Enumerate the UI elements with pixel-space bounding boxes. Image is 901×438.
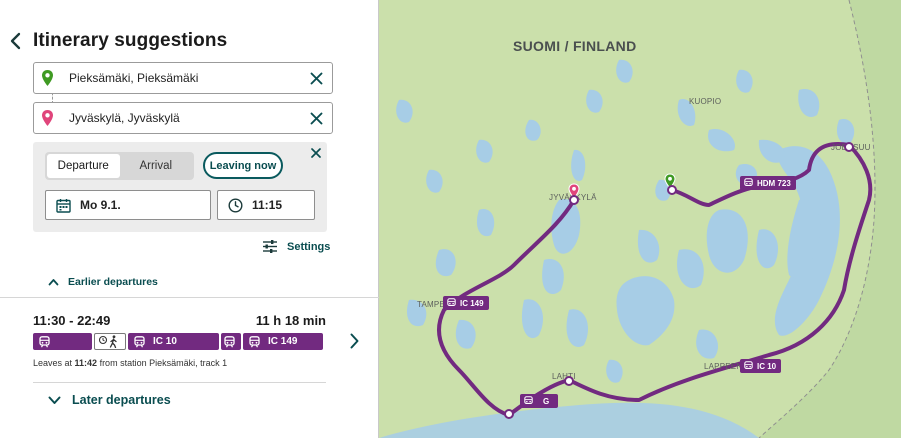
clear-destination-button[interactable] (300, 103, 332, 133)
route-stop (504, 409, 514, 419)
route-stop (569, 195, 579, 205)
leg-train (33, 333, 92, 350)
train-tag-label: IC 149 (460, 298, 484, 308)
trip-times: 11:30 - 22:49 (33, 313, 111, 328)
destination-field[interactable]: Jyväskylä, Jyväskylä (33, 102, 333, 134)
departure-arrival-toggle[interactable]: Departure Arrival (45, 152, 194, 180)
trip-legs: IC 10 IC 149 (33, 333, 325, 350)
map-background (379, 0, 901, 438)
trip-departure-info: Leaves at 11:42 from station Pieksämäki,… (33, 358, 227, 368)
train-tag[interactable]: G (520, 394, 558, 408)
train-tag[interactable]: IC 149 (443, 296, 489, 310)
time-field[interactable]: 11:15 (217, 190, 315, 220)
map-country-label: SUOMI / FINLAND (513, 38, 637, 54)
back-button[interactable] (6, 30, 24, 52)
train-icon (524, 396, 533, 404)
calendar-icon (46, 198, 80, 213)
city-label: KUOPIO (689, 97, 722, 106)
close-time-selector-button[interactable] (309, 146, 323, 160)
tab-departure[interactable]: Departure (47, 154, 120, 178)
train-tag-label: G (543, 396, 550, 406)
train-icon (131, 335, 147, 348)
origin-value: Pieksämäki, Pieksämäki (69, 71, 199, 85)
leaving-now-button[interactable]: Leaving now (203, 152, 283, 179)
train-icon (246, 335, 262, 348)
train-tag[interactable]: IC 10 (740, 359, 782, 373)
train-tag[interactable]: HDM 723 (740, 176, 796, 190)
time-value: 11:15 (252, 198, 283, 212)
later-departures-label: Later departures (72, 393, 171, 407)
time-selector: Departure Arrival Leaving now Mo 9.1. 11… (33, 142, 327, 232)
train-tag-label: HDM 723 (757, 178, 791, 188)
page-title: Itinerary suggestions (33, 30, 228, 51)
clear-icon (310, 72, 322, 84)
back-arrow-icon (10, 32, 21, 50)
settings-sliders-icon (263, 240, 277, 253)
open-trip-button[interactable] (347, 331, 361, 351)
trip-info-suffix: from station Pieksämäki, track 1 (97, 358, 228, 368)
trip-suggestion[interactable]: 11:30 - 22:49 11 h 18 min IC 10 IC 149 L… (0, 298, 379, 382)
clear-origin-button[interactable] (300, 63, 332, 93)
route-stop (564, 376, 574, 386)
chevron-down-icon (48, 396, 61, 404)
trip-info-prefix: Leaves at (33, 358, 75, 368)
leg-walk (94, 333, 126, 350)
train-tag-label: IC 10 (757, 361, 777, 371)
origin-field[interactable]: Pieksämäki, Pieksämäki (33, 62, 333, 94)
leg-train: IC 10 (128, 333, 219, 350)
trip-info-time: 11:42 (74, 358, 98, 368)
route-stop (667, 185, 677, 195)
route-stop (844, 142, 854, 152)
leg-train (221, 333, 241, 350)
leg-train: IC 149 (243, 333, 323, 350)
trip-duration: 11 h 18 min (255, 313, 326, 328)
leg-label: IC 10 (153, 336, 177, 347)
close-icon (311, 148, 321, 158)
chevron-up-icon (48, 279, 59, 286)
destination-value: Jyväskylä, Jyväskylä (69, 111, 180, 125)
train-icon (447, 298, 456, 306)
train-icon (36, 335, 52, 348)
tab-arrival[interactable]: Arrival (120, 154, 193, 178)
walk-icon (98, 335, 117, 348)
date-field[interactable]: Mo 9.1. (45, 190, 211, 220)
route-map[interactable]: SUOMI / FINLAND KUOPIO JYVÄSKYLÄ TAMPERE… (379, 0, 901, 438)
date-value: Mo 9.1. (80, 198, 121, 212)
clock-icon (218, 197, 252, 213)
earlier-departures-button[interactable]: Earlier departures (48, 276, 158, 288)
settings-label: Settings (287, 240, 331, 253)
train-icon (224, 335, 235, 348)
train-icon (744, 178, 753, 186)
chevron-right-icon (350, 333, 358, 349)
destination-pin-icon (34, 109, 60, 127)
later-departures-button[interactable]: Later departures (48, 393, 171, 407)
train-icon (744, 361, 753, 369)
origin-pin-icon (34, 69, 60, 87)
divider (33, 382, 326, 383)
clear-icon (310, 112, 322, 124)
leg-label: IC 149 (268, 336, 298, 347)
earlier-departures-label: Earlier departures (68, 276, 158, 288)
settings-button[interactable]: Settings (262, 240, 330, 253)
itinerary-panel: Itinerary suggestions Pieksämäki, Pieksä… (0, 0, 379, 438)
